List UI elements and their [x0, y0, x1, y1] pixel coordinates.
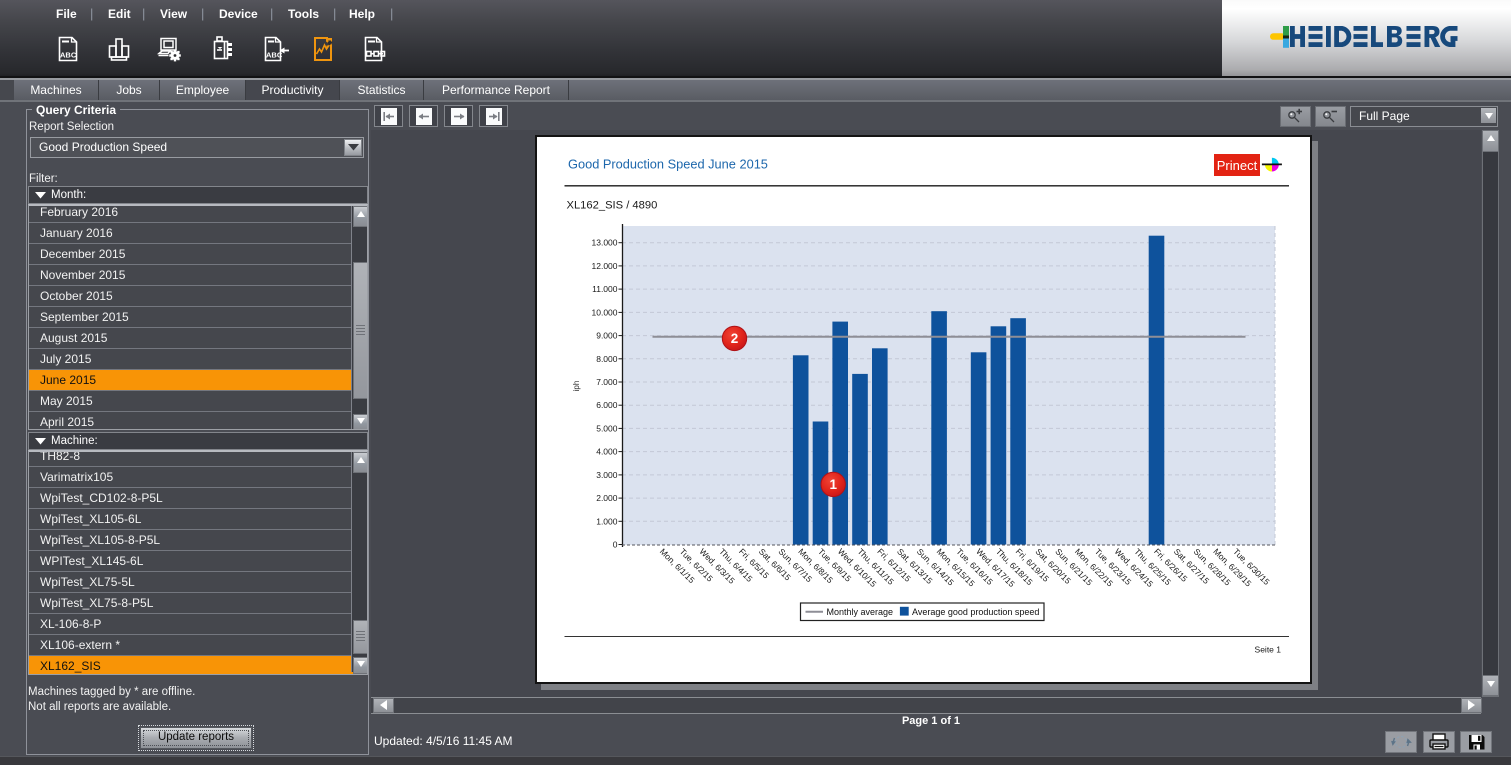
- svg-text:11.000: 11.000: [592, 284, 618, 294]
- svg-text:1: 1: [829, 477, 837, 492]
- svg-text:8.000: 8.000: [596, 354, 618, 364]
- svg-text:ABC: ABC: [266, 51, 283, 60]
- svg-text:4.000: 4.000: [596, 447, 618, 457]
- svg-text:Seite 1: Seite 1: [1255, 645, 1282, 655]
- svg-text:9.000: 9.000: [596, 331, 618, 341]
- svg-text:13.000: 13.000: [592, 238, 618, 248]
- svg-text:1.000: 1.000: [596, 516, 618, 526]
- svg-text:2: 2: [731, 331, 739, 346]
- svg-text:Monthly average: Monthly average: [827, 607, 894, 617]
- svg-text:5.000: 5.000: [596, 423, 618, 433]
- svg-text:XL162_SIS / 4890: XL162_SIS / 4890: [567, 200, 658, 212]
- svg-text:0: 0: [613, 540, 618, 550]
- svg-text:Good Production Speed June 201: Good Production Speed June 2015: [568, 157, 768, 172]
- svg-text:Average good production speed: Average good production speed: [912, 607, 1039, 617]
- svg-text:2.000: 2.000: [596, 493, 618, 503]
- svg-text:7.000: 7.000: [596, 377, 618, 387]
- svg-text:Prinect: Prinect: [1217, 158, 1258, 173]
- svg-text:ABC: ABC: [60, 51, 77, 60]
- svg-text:iph: iph: [572, 381, 581, 392]
- svg-text:10.000: 10.000: [592, 307, 618, 317]
- svg-text:3.000: 3.000: [596, 470, 618, 480]
- svg-text:6.000: 6.000: [596, 400, 618, 410]
- svg-text:12.000: 12.000: [592, 261, 618, 271]
